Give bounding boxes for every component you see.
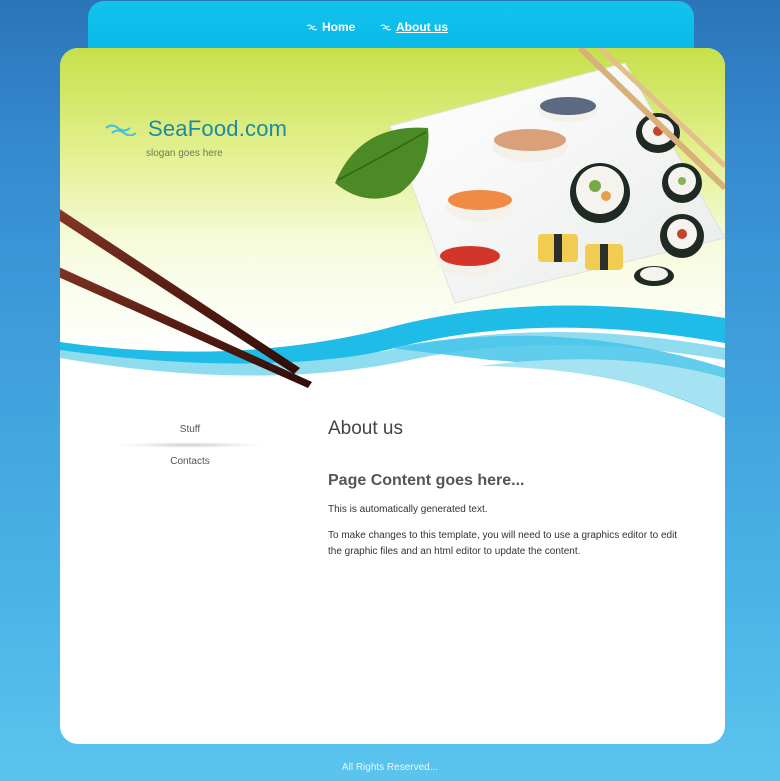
- nav-about-link[interactable]: About us: [380, 18, 448, 36]
- nav-about-label: About us: [396, 20, 448, 34]
- wave-logo-icon: [105, 124, 137, 136]
- nav-home-label: Home: [322, 20, 356, 34]
- content-paragraph: To make changes to this template, you wi…: [328, 530, 678, 557]
- sidebar-divider: [115, 442, 265, 448]
- site-logo[interactable]: SeaFood.com: [104, 116, 287, 142]
- wave-icon: [380, 24, 392, 31]
- sidebar-item-stuff[interactable]: Stuff: [110, 420, 270, 440]
- logo-title: SeaFood.com: [148, 116, 288, 141]
- content-heading: Page Content goes here...: [328, 472, 525, 489]
- content-paragraph: This is automatically generated text.: [328, 504, 488, 515]
- wave-icon: [306, 24, 318, 31]
- sidebar: Stuff Contacts: [110, 420, 270, 472]
- main-panel: SeaFood.com slogan goes here Stuff Conta…: [60, 48, 725, 744]
- page-title: About us: [328, 418, 403, 439]
- slogan: slogan goes here: [146, 148, 223, 159]
- nav-home-link[interactable]: Home: [306, 18, 355, 36]
- sidebar-item-contacts[interactable]: Contacts: [110, 452, 270, 472]
- header-banner: [60, 48, 725, 418]
- footer-copyright: All Rights Reserved...: [341, 762, 439, 773]
- main-content: About us Page Content goes here... This …: [328, 418, 688, 560]
